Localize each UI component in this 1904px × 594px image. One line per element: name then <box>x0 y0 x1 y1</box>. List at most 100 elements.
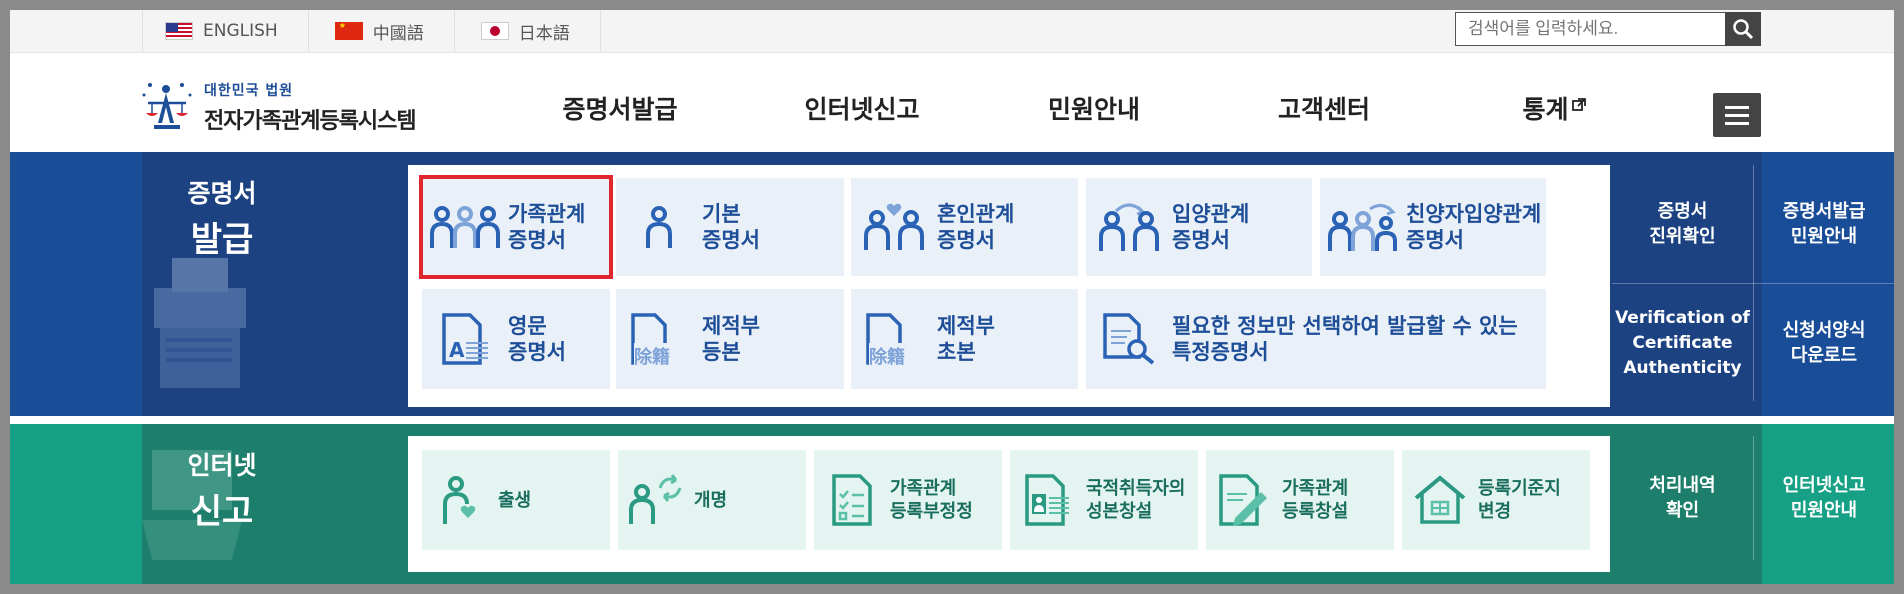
checklist-document-icon <box>832 474 872 526</box>
certificate-section: 증명서 발급 가족관계 증명서 기본 증명서 혼인관계 증명서 입양관계 증명서… <box>10 152 1894 416</box>
site-header: 대한민국 법원 전자가족관계등록시스템 증명서발급 인터넷신고 민원안내 고객센… <box>10 53 1894 162</box>
nav-certificate-issue[interactable]: 증명서발급 <box>530 53 710 162</box>
top-bar: ENGLISH 中國語 日本語 <box>10 10 1894 53</box>
card-label: 가족관계 등록창설 <box>1282 478 1349 522</box>
document-pen-icon <box>1219 474 1267 526</box>
document-search-icon <box>1103 313 1155 365</box>
card-label: 기본 증명서 <box>702 202 760 252</box>
birth-icon <box>443 476 476 524</box>
nav-label: 민원안내 <box>1047 94 1140 124</box>
card-label: 영문 증명서 <box>508 314 566 364</box>
card-birth-report[interactable]: 출생 <box>422 450 610 550</box>
card-label: 가족관계 등록부정정 <box>890 478 973 522</box>
couple-heart-icon <box>864 203 924 250</box>
nav-label: 인터넷신고 <box>804 94 920 124</box>
card-label: 필요한 정보만 선택하여 발급할 수 있는 특정증명서 <box>1172 314 1518 364</box>
card-label: 국적취득자의 성본창설 <box>1086 478 1186 522</box>
section-title-line1: 인터넷 <box>187 451 257 480</box>
card-specific-certificate[interactable]: 필요한 정보만 선택하여 발급할 수 있는 특정증명서 <box>1086 289 1546 389</box>
nav-label: 고객센터 <box>1277 94 1370 124</box>
form-download-link[interactable]: 신청서양식 다운로드 <box>1754 284 1894 402</box>
hamburger-menu-button[interactable] <box>1713 93 1761 137</box>
card-label: 입양관계 증명서 <box>1172 202 1250 252</box>
report-guide-link[interactable]: 인터넷신고 민원안내 <box>1754 436 1894 560</box>
nav-label: 증명서발급 <box>562 94 678 124</box>
card-label: 친양자입양관계 증명서 <box>1406 202 1542 252</box>
adoption-icon <box>1099 203 1159 251</box>
certificate-panel: 증명서 발급 가족관계 증명서 기본 증명서 혼인관계 증명서 입양관계 증명서… <box>142 152 1894 416</box>
lang-english[interactable]: ENGLISH <box>142 10 309 52</box>
nav-statistics[interactable]: 통계 <box>1494 53 1614 162</box>
menu-bar <box>1725 113 1749 117</box>
lang-label: 中國語 <box>372 23 424 44</box>
page-frame: ENGLISH 中國語 日本語 <box>10 10 1894 584</box>
japan-flag-icon <box>480 22 509 40</box>
report-card-grid: 출생 개명 가족관계 등록부정정 국적취득자의 성본창설 가족관계 등록창설 등… <box>408 436 1610 572</box>
menu-bar <box>1725 121 1749 125</box>
card-marriage-certificate[interactable]: 혼인관계 증명서 <box>851 178 1078 276</box>
card-label: 출생 <box>498 489 532 511</box>
section-title-line1: 증명서 <box>187 179 257 208</box>
lang-label: 日本語 <box>518 23 570 44</box>
english-document-icon: A <box>442 313 488 365</box>
svg-text:A: A <box>449 338 465 362</box>
lang-chinese[interactable]: 中國語 <box>309 10 455 52</box>
report-section-title: 인터넷 신고 <box>184 446 260 533</box>
card-register-creation[interactable]: 가족관계 등록창설 <box>1206 450 1394 550</box>
lang-label: ENGLISH <box>203 21 278 41</box>
card-label: 제적부 등본 <box>702 314 760 364</box>
lang-japanese[interactable]: 日本語 <box>455 10 601 52</box>
card-label: 제적부 초본 <box>937 314 995 364</box>
seal-label: 除籍 <box>634 343 670 369</box>
id-card-icon <box>1025 474 1069 526</box>
nav-label: 통계 <box>1522 94 1569 124</box>
card-label: 개명 <box>694 489 728 511</box>
seal-label: 除籍 <box>869 343 905 369</box>
house-icon <box>1414 475 1466 524</box>
card-naturalized-surname[interactable]: 국적취득자의 성본창설 <box>1010 450 1198 550</box>
court-emblem-icon <box>142 83 192 129</box>
site-logo[interactable]: 대한민국 법원 전자가족관계등록시스템 <box>142 79 417 135</box>
card-label: 가족관계 증명서 <box>508 202 586 252</box>
nav-internet-report[interactable]: 인터넷신고 <box>772 53 952 162</box>
report-section: 인터넷 신고 출생 개명 가족관계 등록부정정 국적취득자의 성본창설 가족관계… <box>10 424 1894 584</box>
card-register-abstract[interactable]: 除籍 제적부 초본 <box>851 289 1078 389</box>
main-nav: 증명서발급 인터넷신고 민원안내 고객센터 통계 <box>530 53 1614 162</box>
us-flag-icon <box>165 22 193 40</box>
rename-icon <box>629 474 682 524</box>
card-basic-certificate[interactable]: 기본 증명서 <box>616 178 844 276</box>
search-box <box>1455 12 1761 46</box>
menu-bar <box>1725 105 1749 109</box>
report-panel: 인터넷 신고 출생 개명 가족관계 등록부정정 국적취득자의 성본창설 가족관계… <box>142 424 1865 584</box>
card-rename-report[interactable]: 개명 <box>618 450 806 550</box>
card-family-relation-certificate[interactable]: 가족관계 증명서 <box>419 175 613 279</box>
china-flag-icon <box>334 22 363 40</box>
nav-customer-center[interactable]: 고객센터 <box>1244 53 1404 162</box>
family-adoption-icon <box>1328 204 1397 251</box>
verification-english-link[interactable]: Verification of Certificate Authenticity <box>1612 284 1753 402</box>
certificate-guide-link[interactable]: 증명서발급 민원안내 <box>1754 165 1894 283</box>
search-input[interactable] <box>1455 12 1725 46</box>
card-register-transcript[interactable]: 除籍 제적부 등본 <box>616 289 844 389</box>
card-full-adoption-certificate[interactable]: 친양자입양관계 증명서 <box>1320 178 1546 276</box>
search-icon <box>1733 19 1754 40</box>
nav-civil-guide[interactable]: 민원안내 <box>1014 53 1174 162</box>
certificate-side-links: 증명서 진위확인 증명서발급 민원안내 Verification of Cert… <box>1612 152 1894 416</box>
card-english-certificate[interactable]: A 영문 증명서 <box>422 289 610 389</box>
report-side-links: 처리내역 확인 인터넷신고 민원안내 <box>1612 424 1894 584</box>
report-history-link[interactable]: 처리내역 확인 <box>1612 436 1753 560</box>
logo-title: 전자가족관계등록시스템 <box>204 108 417 134</box>
card-registration-base-change[interactable]: 등록기준지 변경 <box>1402 450 1590 550</box>
card-label: 혼인관계 증명서 <box>937 202 1015 252</box>
card-adoption-certificate[interactable]: 입양관계 증명서 <box>1086 178 1312 276</box>
card-register-correction[interactable]: 가족관계 등록부정정 <box>814 450 1002 550</box>
search-button[interactable] <box>1725 12 1761 46</box>
family-icon <box>430 206 500 248</box>
external-link-icon <box>1571 97 1586 111</box>
certificate-card-grid: 가족관계 증명서 기본 증명서 혼인관계 증명서 입양관계 증명서 친양자입양관… <box>408 165 1610 407</box>
card-label: 등록기준지 변경 <box>1478 478 1561 522</box>
certificate-verify-link[interactable]: 증명서 진위확인 <box>1612 165 1753 283</box>
section-title-line2: 신고 <box>190 492 254 532</box>
logo-subtitle: 대한민국 법원 <box>204 82 294 99</box>
person-icon <box>646 206 672 248</box>
